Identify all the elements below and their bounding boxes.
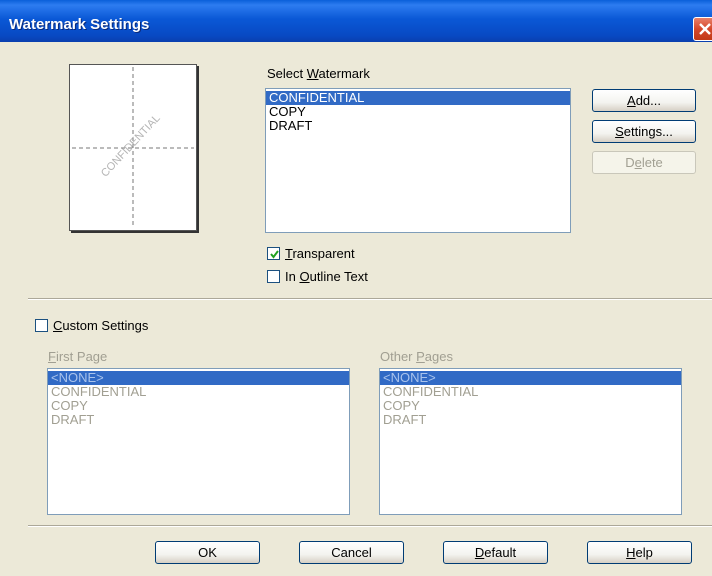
list-item[interactable]: <NONE> (380, 371, 681, 385)
list-item[interactable]: CONFIDENTIAL (266, 91, 570, 105)
check-icon (270, 250, 279, 259)
close-button[interactable] (693, 17, 712, 41)
list-item[interactable]: COPY (48, 399, 349, 413)
delete-button[interactable]: Delete (592, 151, 696, 174)
add-button[interactable]: Add... (592, 89, 696, 112)
preview-watermark-text: CONFIDENTIAL (99, 112, 163, 179)
custom-settings-label[interactable]: Custom Settings (53, 318, 148, 333)
list-item[interactable]: DRAFT (266, 119, 570, 133)
transparent-checkbox[interactable] (267, 247, 280, 260)
divider-top (28, 298, 712, 300)
ok-button[interactable]: OK (155, 541, 260, 564)
list-item[interactable]: COPY (266, 105, 570, 119)
window-title: Watermark Settings (9, 16, 150, 33)
outline-text-label[interactable]: In Outline Text (285, 269, 368, 284)
outline-text-checkbox[interactable] (267, 270, 280, 283)
transparent-label[interactable]: Transparent (285, 246, 355, 261)
list-item[interactable]: DRAFT (48, 413, 349, 427)
divider-bottom (28, 525, 712, 527)
list-item[interactable]: COPY (380, 399, 681, 413)
title-bar[interactable]: Watermark Settings (0, 0, 712, 42)
watermark-listbox[interactable]: CONFIDENTIAL COPY DRAFT (265, 88, 571, 233)
preview-page-graphic: CONFIDENTIAL (72, 67, 194, 228)
close-icon (699, 23, 711, 35)
first-page-label: First Page (48, 349, 108, 364)
first-page-listbox[interactable]: <NONE> CONFIDENTIAL COPY DRAFT (47, 368, 350, 515)
other-pages-label: Other Pages (380, 349, 453, 364)
settings-button[interactable]: Settings... (592, 120, 696, 143)
list-item[interactable]: CONFIDENTIAL (48, 385, 349, 399)
list-item[interactable]: DRAFT (380, 413, 681, 427)
list-item[interactable]: CONFIDENTIAL (380, 385, 681, 399)
watermark-preview: CONFIDENTIAL (69, 64, 197, 231)
watermark-settings-dialog: Watermark Settings CONFIDENTIAL Select W… (0, 0, 712, 576)
default-button[interactable]: Default (443, 541, 548, 564)
cancel-button[interactable]: Cancel (299, 541, 404, 564)
help-button[interactable]: Help (587, 541, 692, 564)
select-watermark-label: Select Watermark (267, 66, 370, 81)
other-pages-listbox[interactable]: <NONE> CONFIDENTIAL COPY DRAFT (379, 368, 682, 515)
custom-settings-checkbox[interactable] (35, 319, 48, 332)
list-item[interactable]: <NONE> (48, 371, 349, 385)
